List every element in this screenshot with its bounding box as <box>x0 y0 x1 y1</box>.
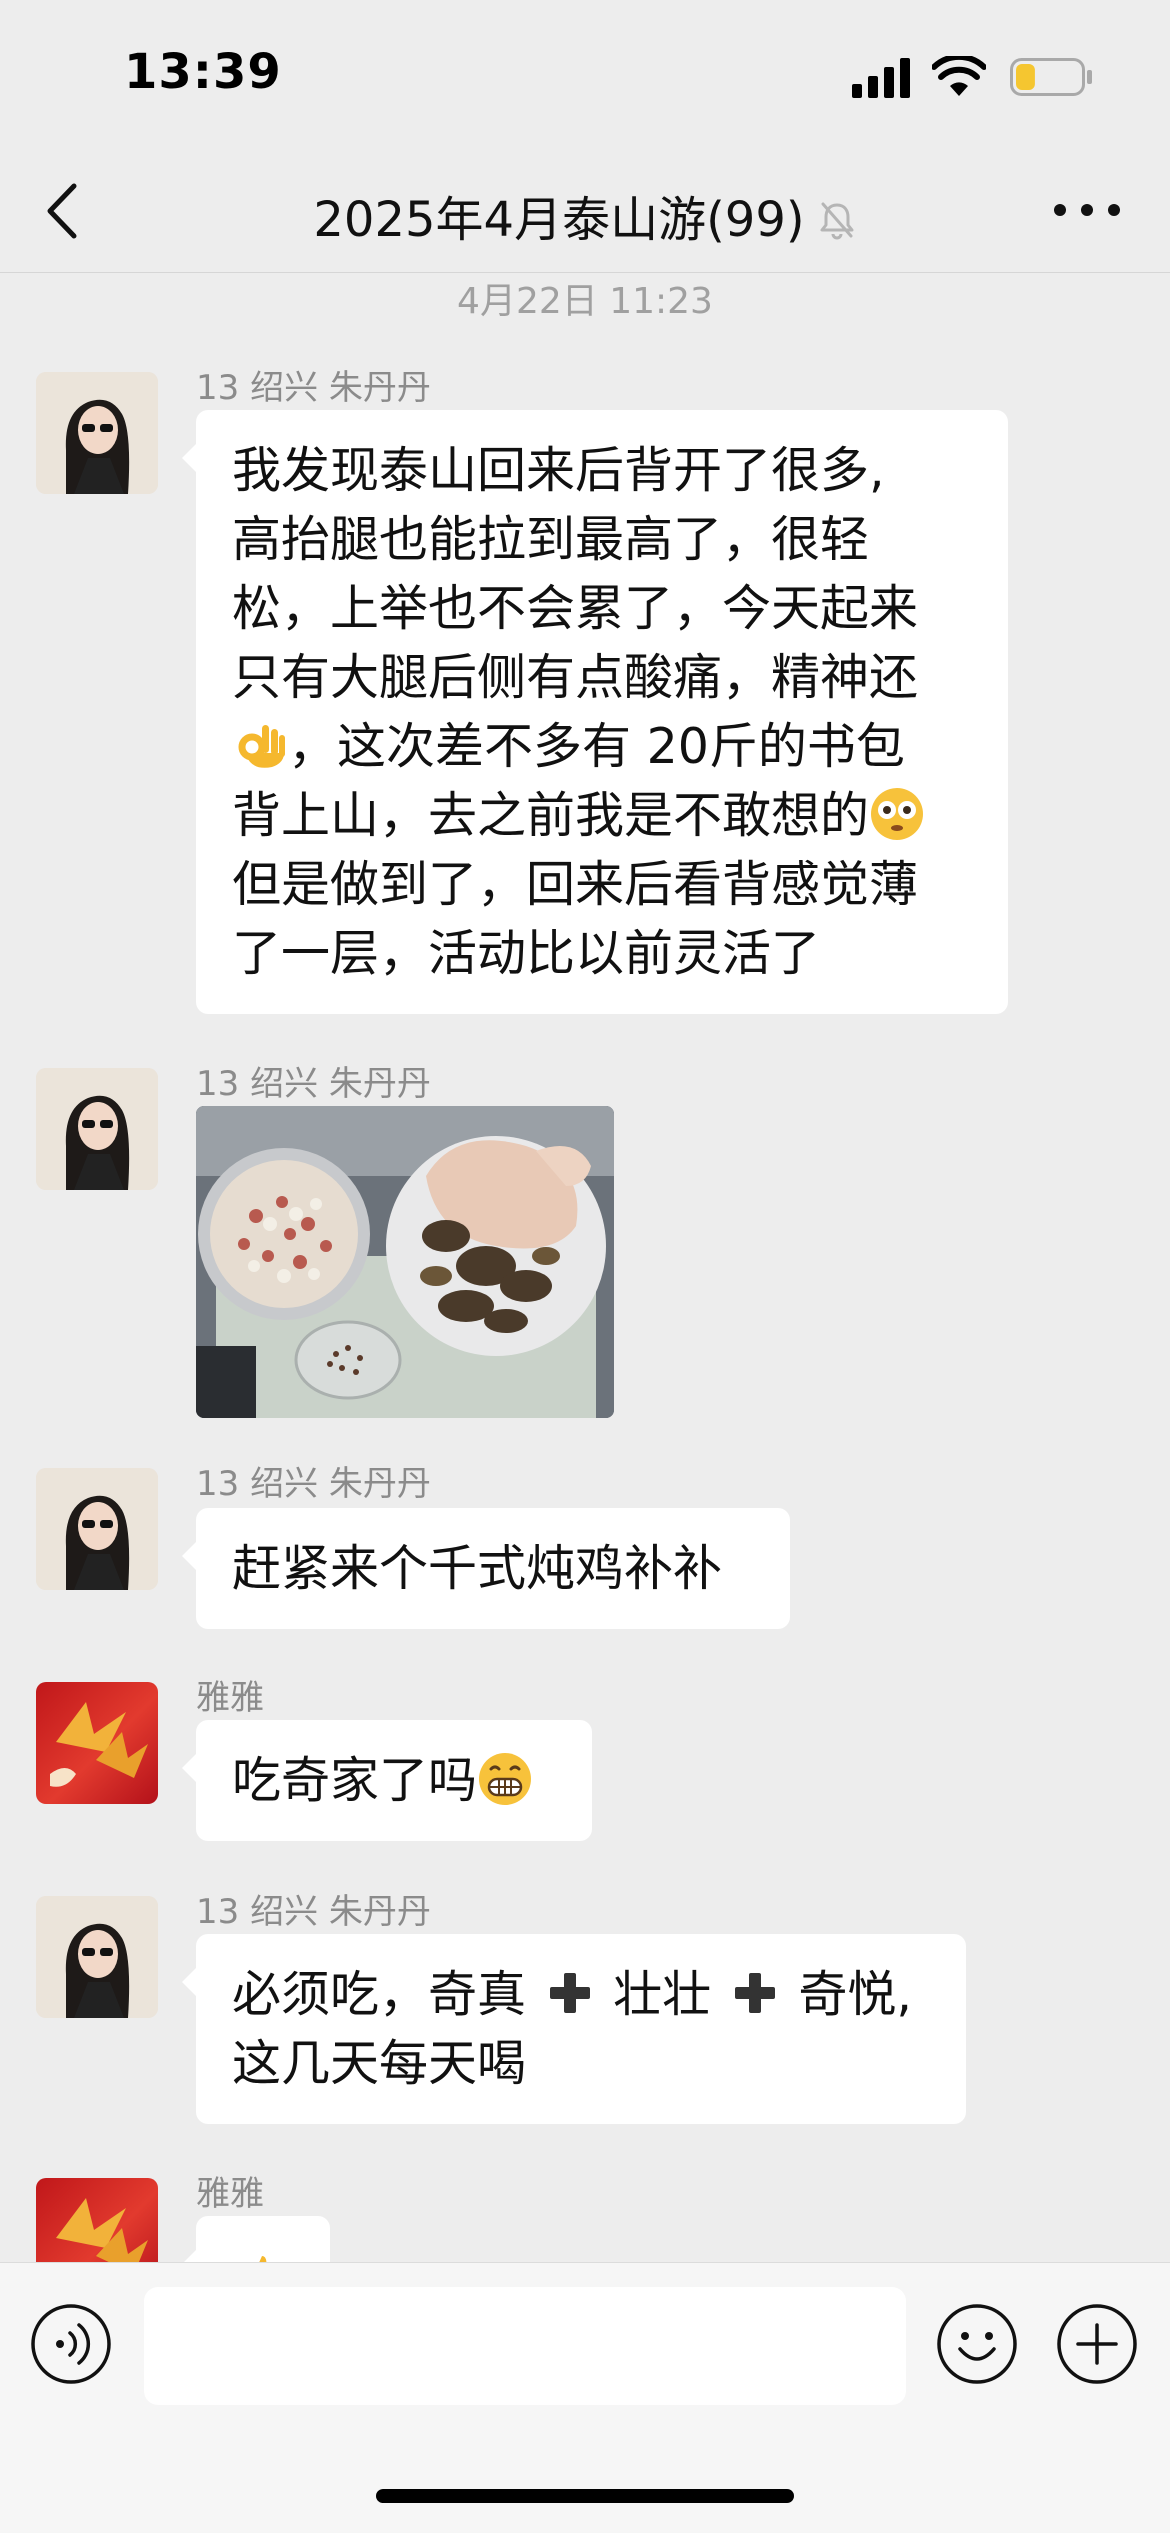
message-line: 了一层，活动比以前灵活了 <box>232 925 821 982</box>
message-line: ，这次差不多有 20斤的书包 <box>232 712 972 781</box>
chat-title-wrap: 2025年4月泰山游(99) <box>0 180 1170 250</box>
signal-icon <box>852 58 910 98</box>
home-indicator[interactable] <box>376 2489 794 2503</box>
wifi-icon <box>932 56 986 96</box>
sender-name: 雅雅 <box>196 2174 264 2214</box>
message-input[interactable] <box>144 2287 906 2405</box>
food-photo-icon <box>196 1106 614 1418</box>
message-line: 松，上举也不会累了，今天起来 <box>232 580 919 637</box>
message-text: 赶紧来个千式炖鸡补补 <box>232 1540 723 1597</box>
sender-name: 13 绍兴 朱丹丹 <box>196 1464 431 1504</box>
emoji-icon[interactable] <box>936 2303 1018 2385</box>
message-bubble[interactable] <box>182 2216 330 2262</box>
chat-timestamp: 4月22日 11:23 <box>457 281 713 322</box>
avatar[interactable] <box>36 1682 158 1804</box>
avatar-paper-crane-icon <box>56 2198 148 2262</box>
status-time: 13:39 <box>124 44 282 100</box>
message-line: 高抬腿也能拉到最高了，很轻 <box>232 511 870 568</box>
message-text: 吃奇家了吗 <box>232 1752 478 1809</box>
heavy-plus-icon <box>734 1973 775 2013</box>
mute-bell-icon <box>820 202 854 240</box>
chat-title[interactable]: 2025年4月泰山游(99) <box>313 192 804 248</box>
sender-name: 雅雅 <box>196 1678 264 1718</box>
message-bubble[interactable]: 我发现泰山回来后背开了很多, 高抬腿也能拉到最高了，很轻 松，上举也不会累了，今… <box>182 410 1008 1014</box>
chat-header: 2025年4月泰山游(99) <box>0 150 1170 273</box>
message-line: 必须吃，奇真 壮壮 奇悦, <box>232 1966 912 2023</box>
avatar[interactable] <box>36 1896 158 2018</box>
heavy-plus-icon <box>549 1973 590 2013</box>
sender-name: 13 绍兴 朱丹丹 <box>196 1064 431 1104</box>
avatar[interactable] <box>36 1468 158 1590</box>
ok-hand-emoji-icon <box>238 725 285 768</box>
voice-icon[interactable] <box>30 2303 112 2385</box>
status-bar: 13:39 <box>0 0 1170 150</box>
message-bubble[interactable]: 赶紧来个千式炖鸡补补 <box>182 1508 790 1629</box>
message-line: 这几天每天喝 <box>232 2035 527 2092</box>
chat-messages[interactable]: 4月22日 11:23 13 绍兴 朱丹丹 我发现泰山回来后背开了很多, 高抬腿… <box>0 272 1170 2262</box>
avatar-portrait-icon <box>36 372 158 494</box>
avatar-portrait-icon <box>36 1896 158 2018</box>
input-bar <box>0 2262 1170 2533</box>
avatar[interactable] <box>36 372 158 494</box>
battery-icon <box>1010 58 1092 96</box>
message-image[interactable] <box>196 1106 614 1418</box>
sender-name: 13 绍兴 朱丹丹 <box>196 368 431 408</box>
message-line: 我发现泰山回来后背开了很多, <box>232 442 885 499</box>
thumbs-up-emoji-icon <box>259 2256 267 2262</box>
message-bubble[interactable]: 必须吃，奇真 壮壮 奇悦, 这几天每天喝 <box>182 1934 966 2124</box>
avatar-portrait-icon <box>36 1068 158 1190</box>
more-icon[interactable] <box>1052 198 1122 222</box>
avatar-portrait-icon <box>36 1468 158 1590</box>
message-line: 但是做到了，回来后看背感觉薄 <box>232 856 919 913</box>
flushed-face-emoji-icon <box>871 788 924 840</box>
avatar-paper-crane-icon <box>50 1702 148 1787</box>
message-line: 只有大腿后侧有点酸痛，精神还 <box>232 649 919 706</box>
message-bubble[interactable]: 吃奇家了吗 <box>182 1720 592 1841</box>
grinning-face-emoji-icon <box>479 1753 532 1805</box>
avatar[interactable] <box>36 2178 158 2262</box>
message-line: 背上山，去之前我是不敢想的 <box>232 781 972 850</box>
sender-name: 13 绍兴 朱丹丹 <box>196 1892 431 1932</box>
plus-icon[interactable] <box>1056 2303 1138 2385</box>
avatar[interactable] <box>36 1068 158 1190</box>
